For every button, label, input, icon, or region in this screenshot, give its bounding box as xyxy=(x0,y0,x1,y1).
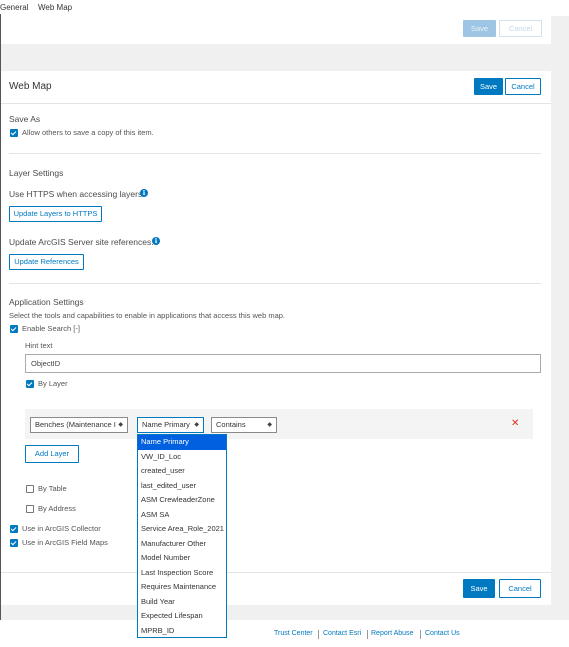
save-as-divider xyxy=(9,153,541,154)
allow-copy-label: Allow others to save a copy of this item… xyxy=(22,128,154,137)
dropdown-option[interactable]: created_user xyxy=(138,464,226,479)
general-cancel-button[interactable]: Cancel xyxy=(499,20,542,37)
field-maps-label: Use in ArcGIS Field Maps xyxy=(22,538,108,547)
title-divider xyxy=(1,103,551,104)
dropdown-option[interactable]: Model Number xyxy=(138,551,226,566)
update-https-button[interactable]: Update Layers to HTTPS xyxy=(9,206,102,222)
by-layer-label: By Layer xyxy=(38,379,68,388)
server-refs-label: Update ArcGIS Server site references. xyxy=(9,237,154,247)
footer-separator xyxy=(318,630,319,639)
chevron-updown-icon: ◆ xyxy=(267,422,272,428)
dropdown-option[interactable]: Manufacturer Other xyxy=(138,537,226,552)
allow-copy-checkbox[interactable] xyxy=(10,129,18,137)
add-layer-button[interactable]: Add Layer xyxy=(25,445,79,463)
operator-select[interactable]: Contains ◆ xyxy=(211,417,277,433)
field-dropdown-list[interactable]: Name Primary VW_ID_Loc created_user last… xyxy=(137,434,227,638)
layer-select-value: Benches (Maintenance I xyxy=(35,420,116,429)
dropdown-option[interactable]: ASM SA xyxy=(138,508,226,523)
hint-text-label: Hint text xyxy=(25,341,53,350)
dropdown-option[interactable]: Requires Maintenance xyxy=(138,580,226,595)
by-table-checkbox[interactable] xyxy=(26,485,34,493)
save-button[interactable]: Save xyxy=(474,78,503,95)
info-icon[interactable]: i xyxy=(152,237,160,245)
close-icon[interactable]: ✕ xyxy=(511,418,519,429)
operator-select-value: Contains xyxy=(216,420,246,429)
by-layer-checkbox[interactable] xyxy=(26,380,34,388)
footer-link-contact-esri[interactable]: Contact Esri xyxy=(323,630,361,637)
by-table-label: By Table xyxy=(38,484,67,493)
tab-general[interactable]: General xyxy=(0,3,28,12)
field-select-value: Name Primary xyxy=(142,420,190,429)
footer-link-contact-us[interactable]: Contact Us xyxy=(425,630,460,637)
bottom-cancel-button[interactable]: Cancel xyxy=(499,579,541,598)
dropdown-option[interactable]: Last Inspection Score xyxy=(138,566,226,581)
enable-search-checkbox[interactable] xyxy=(10,325,18,333)
tab-bar: General Web Map xyxy=(0,0,569,16)
footer-link-report-abuse[interactable]: Report Abuse xyxy=(371,630,413,637)
field-maps-checkbox[interactable] xyxy=(10,539,18,547)
footer-separator xyxy=(367,630,368,639)
dropdown-option[interactable]: Build Year xyxy=(138,595,226,610)
general-save-button[interactable]: Save xyxy=(463,20,496,37)
dropdown-option-name-primary[interactable]: Name Primary xyxy=(138,435,226,450)
https-label: Use HTTPS when accessing layers. xyxy=(9,189,145,199)
bottom-divider xyxy=(1,572,551,573)
footer-link-trust-center[interactable]: Trust Center xyxy=(274,630,313,637)
tab-web-map[interactable]: Web Map xyxy=(38,3,72,12)
dropdown-option[interactable]: ASM CrewleaderZone xyxy=(138,493,226,508)
chevron-updown-icon: ◆ xyxy=(118,422,123,428)
web-map-title: Web Map xyxy=(9,81,52,92)
layer-settings-divider xyxy=(9,283,541,284)
hint-text-input[interactable]: ObjectID xyxy=(25,354,541,373)
dropdown-option[interactable]: Service Area_Role_2021 xyxy=(138,522,226,537)
footer-separator xyxy=(420,630,421,639)
by-address-label: By Address xyxy=(38,504,76,513)
update-references-button[interactable]: Update References xyxy=(9,254,84,270)
general-card: Save Cancel xyxy=(1,16,551,44)
by-address-checkbox[interactable] xyxy=(26,505,34,513)
info-icon[interactable]: i xyxy=(140,189,148,197)
field-select[interactable]: Name Primary ◆ xyxy=(137,417,204,433)
chevron-updown-icon: ◆ xyxy=(194,422,199,428)
bottom-save-button[interactable]: Save xyxy=(463,579,495,598)
collector-checkbox[interactable] xyxy=(10,525,18,533)
dropdown-option[interactable]: Expected Lifespan xyxy=(138,609,226,624)
enable-search-label[interactable]: Enable Search [-] xyxy=(22,324,80,333)
collector-label: Use in ArcGIS Collector xyxy=(22,524,101,533)
cancel-button[interactable]: Cancel xyxy=(505,78,541,95)
dropdown-option[interactable]: MPRB_ID xyxy=(138,624,226,639)
layer-select[interactable]: Benches (Maintenance I ◆ xyxy=(30,417,128,433)
save-as-heading: Save As xyxy=(9,114,41,124)
dropdown-option[interactable]: VW_ID_Loc xyxy=(138,450,226,465)
application-settings-heading: Application Settings xyxy=(9,297,84,307)
application-settings-description: Select the tools and capabilities to ena… xyxy=(9,311,285,320)
dropdown-option[interactable]: last_edited_user xyxy=(138,479,226,494)
layer-settings-heading: Layer Settings xyxy=(9,168,64,178)
